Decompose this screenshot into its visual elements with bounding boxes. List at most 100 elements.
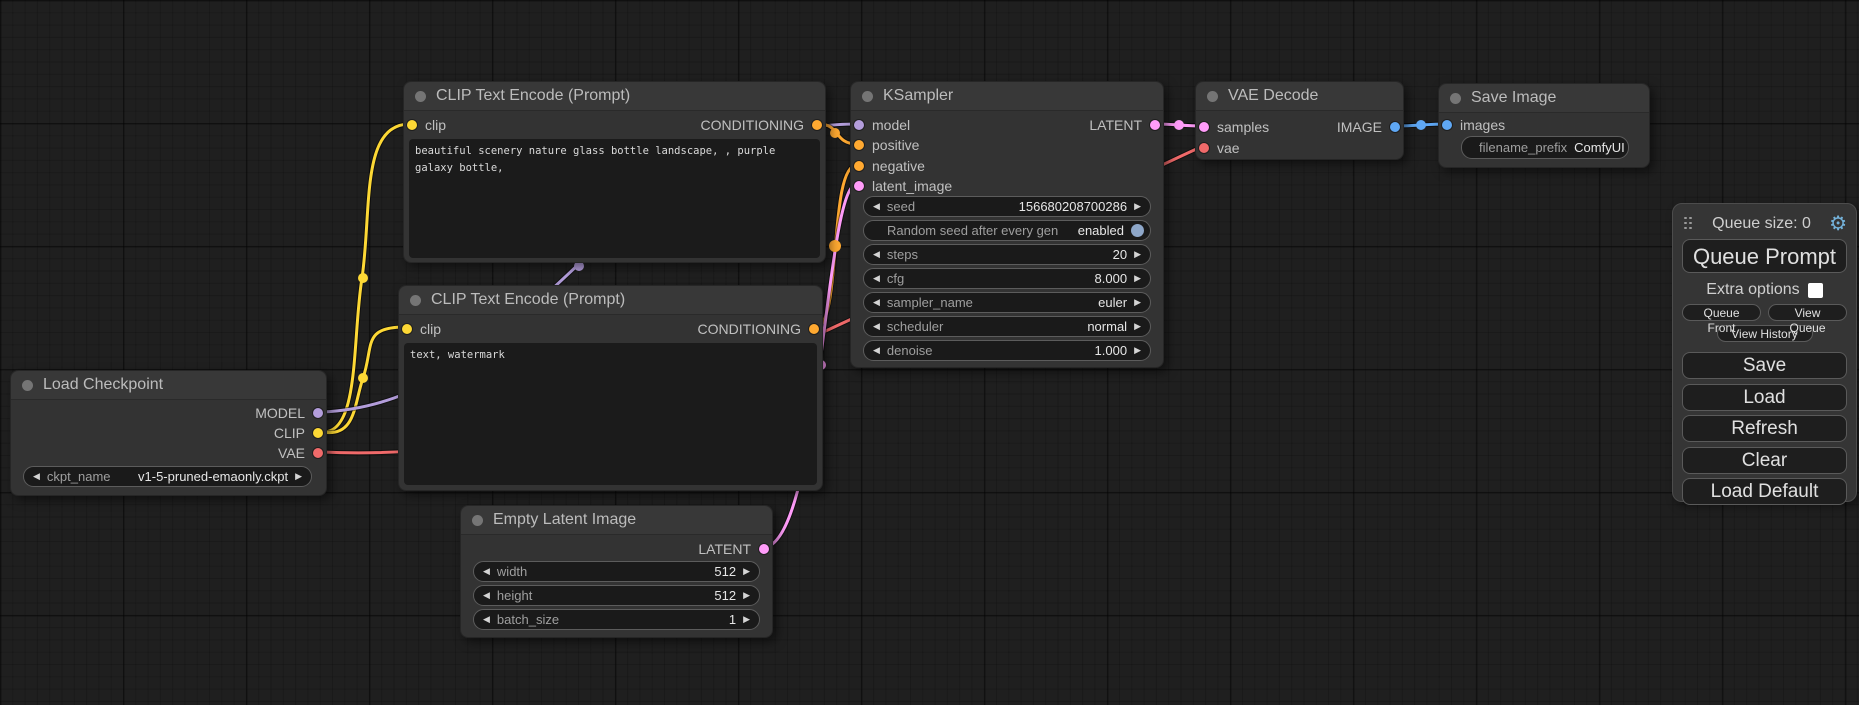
latent-image-input-port[interactable]: latent_image — [854, 176, 952, 196]
cfg-widget[interactable]: ◀ cfg 8.000 ▶ — [863, 268, 1151, 289]
collapse-dot-icon[interactable] — [1450, 93, 1461, 104]
node-titlebar[interactable]: CLIP Text Encode (Prompt) — [399, 286, 822, 315]
clip-port-dot-icon[interactable] — [313, 428, 323, 438]
node-titlebar[interactable]: Load Checkpoint — [11, 371, 326, 400]
conditioning-port-dot-icon[interactable] — [809, 324, 819, 334]
negative-prompt-textarea[interactable]: text, watermark — [404, 343, 817, 485]
node-titlebar[interactable]: Empty Latent Image — [461, 506, 772, 535]
ckpt-name-widget[interactable]: ◀ ckpt_name v1-5-pruned-emaonly.ckpt ▶ — [23, 466, 312, 487]
collapse-dot-icon[interactable] — [1207, 91, 1218, 102]
scheduler-widget[interactable]: ◀ scheduler normal ▶ — [863, 316, 1151, 337]
extra-options-checkbox[interactable] — [1808, 283, 1823, 298]
node-save-image[interactable]: Save Image images filename_prefix ComfyU… — [1438, 83, 1650, 168]
prev-arrow-icon[interactable]: ◀ — [873, 322, 880, 331]
model-output-port[interactable]: MODEL — [255, 403, 323, 423]
queue-prompt-button[interactable]: Queue Prompt — [1682, 239, 1847, 273]
clip-input-port[interactable]: clip — [407, 115, 446, 135]
node-load-checkpoint[interactable]: Load Checkpoint MODEL CLIP VAE ◀ ckpt_na… — [10, 370, 327, 496]
load-button[interactable]: Load — [1682, 384, 1847, 411]
latent-port-dot-icon[interactable] — [759, 544, 769, 554]
node-vae-decode[interactable]: VAE Decode samples vae IMAGE — [1195, 81, 1404, 160]
conditioning-port-dot-icon[interactable] — [854, 140, 864, 150]
vae-port-dot-icon[interactable] — [313, 448, 323, 458]
node-titlebar[interactable]: CLIP Text Encode (Prompt) — [404, 82, 825, 111]
collapse-dot-icon[interactable] — [22, 380, 33, 391]
images-input-port[interactable]: images — [1442, 115, 1505, 135]
positive-input-port[interactable]: positive — [854, 135, 919, 155]
collapse-dot-icon[interactable] — [415, 91, 426, 102]
negative-input-port[interactable]: negative — [854, 156, 925, 176]
sampler-name-widget[interactable]: ◀ sampler_name euler ▶ — [863, 292, 1151, 313]
positive-prompt-textarea[interactable]: beautiful scenery nature glass bottle la… — [409, 139, 820, 258]
prev-arrow-icon[interactable]: ◀ — [483, 591, 490, 600]
queue-front-button[interactable]: Queue Front — [1682, 304, 1761, 321]
next-arrow-icon[interactable]: ▶ — [743, 567, 750, 576]
filename-prefix-widget[interactable]: filename_prefix ComfyUI — [1461, 136, 1629, 159]
model-port-dot-icon[interactable] — [854, 120, 864, 130]
next-arrow-icon[interactable]: ▶ — [1134, 274, 1141, 283]
image-port-dot-icon[interactable] — [1442, 120, 1452, 130]
next-arrow-icon[interactable]: ▶ — [743, 591, 750, 600]
node-clip-text-encode-negative[interactable]: CLIP Text Encode (Prompt) clip CONDITION… — [398, 285, 823, 491]
collapse-dot-icon[interactable] — [472, 515, 483, 526]
prev-arrow-icon[interactable]: ◀ — [873, 202, 880, 211]
prev-arrow-icon[interactable]: ◀ — [873, 298, 880, 307]
next-arrow-icon[interactable]: ▶ — [1134, 346, 1141, 355]
conditioning-port-dot-icon[interactable] — [854, 161, 864, 171]
prev-arrow-icon[interactable]: ◀ — [873, 274, 880, 283]
clear-button[interactable]: Clear — [1682, 447, 1847, 474]
settings-gear-icon[interactable]: ⚙ — [1829, 214, 1847, 234]
latent-port-dot-icon[interactable] — [1199, 122, 1209, 132]
conditioning-port-dot-icon[interactable] — [812, 120, 822, 130]
collapse-dot-icon[interactable] — [862, 91, 873, 102]
width-widget[interactable]: ◀ width 512 ▶ — [473, 561, 760, 582]
batch-size-widget[interactable]: ◀ batch_size 1 ▶ — [473, 609, 760, 630]
next-arrow-icon[interactable]: ▶ — [1134, 250, 1141, 259]
clip-output-port[interactable]: CLIP — [274, 423, 323, 443]
toggle-dot-icon[interactable] — [1131, 224, 1144, 237]
clip-port-dot-icon[interactable] — [407, 120, 417, 130]
node-titlebar[interactable]: KSampler — [851, 82, 1163, 111]
latent-output-port[interactable]: LATENT — [698, 539, 769, 559]
load-default-button[interactable]: Load Default — [1682, 478, 1847, 505]
prev-arrow-icon[interactable]: ◀ — [873, 346, 880, 355]
latent-port-dot-icon[interactable] — [1150, 120, 1160, 130]
node-empty-latent-image[interactable]: Empty Latent Image LATENT ◀ width 512 ▶ … — [460, 505, 773, 638]
vae-input-port[interactable]: vae — [1199, 138, 1240, 158]
refresh-button[interactable]: Refresh — [1682, 415, 1847, 442]
steps-widget[interactable]: ◀ steps 20 ▶ — [863, 244, 1151, 265]
next-arrow-icon[interactable]: ▶ — [295, 472, 302, 481]
height-widget[interactable]: ◀ height 512 ▶ — [473, 585, 760, 606]
next-arrow-icon[interactable]: ▶ — [1134, 322, 1141, 331]
node-clip-text-encode-positive[interactable]: CLIP Text Encode (Prompt) clip CONDITION… — [403, 81, 826, 263]
node-titlebar[interactable]: Save Image — [1439, 84, 1649, 113]
denoise-widget[interactable]: ◀ denoise 1.000 ▶ — [863, 340, 1151, 361]
image-port-dot-icon[interactable] — [1390, 122, 1400, 132]
random-seed-toggle-widget[interactable]: Random seed after every gen enabled — [863, 220, 1151, 241]
view-queue-button[interactable]: View Queue — [1768, 304, 1847, 321]
node-titlebar[interactable]: VAE Decode — [1196, 82, 1403, 111]
node-ksampler[interactable]: KSampler model positive negative latent_… — [850, 81, 1164, 368]
latent-output-port[interactable]: LATENT — [1089, 115, 1160, 135]
clip-port-dot-icon[interactable] — [402, 324, 412, 334]
next-arrow-icon[interactable]: ▶ — [1134, 202, 1141, 211]
vae-output-port[interactable]: VAE — [278, 443, 323, 463]
next-arrow-icon[interactable]: ▶ — [1134, 298, 1141, 307]
prev-arrow-icon[interactable]: ◀ — [483, 567, 490, 576]
seed-widget[interactable]: ◀ seed 156680208700286 ▶ — [863, 196, 1151, 217]
collapse-dot-icon[interactable] — [410, 295, 421, 306]
prev-arrow-icon[interactable]: ◀ — [33, 472, 40, 481]
clip-input-port[interactable]: clip — [402, 319, 441, 339]
latent-port-dot-icon[interactable] — [854, 181, 864, 191]
samples-input-port[interactable]: samples — [1199, 117, 1269, 137]
model-input-port[interactable]: model — [854, 115, 910, 135]
next-arrow-icon[interactable]: ▶ — [743, 615, 750, 624]
conditioning-output-port[interactable]: CONDITIONING — [698, 319, 819, 339]
save-button[interactable]: Save — [1682, 352, 1847, 379]
drag-handle-icon[interactable] — [1684, 217, 1694, 232]
image-output-port[interactable]: IMAGE — [1337, 117, 1400, 137]
conditioning-output-port[interactable]: CONDITIONING — [701, 115, 822, 135]
prev-arrow-icon[interactable]: ◀ — [873, 250, 880, 259]
model-port-dot-icon[interactable] — [313, 408, 323, 418]
node-graph-canvas[interactable]: Load Checkpoint MODEL CLIP VAE ◀ ckpt_na… — [0, 0, 1859, 705]
